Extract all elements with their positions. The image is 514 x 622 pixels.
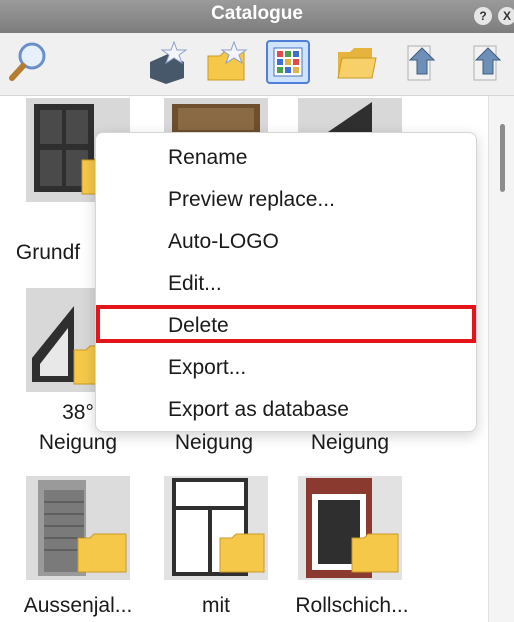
help-button[interactable]: ? <box>474 7 492 25</box>
window-icon <box>172 478 265 576</box>
window-thumbnail <box>298 476 402 580</box>
menu-item-export[interactable]: Export... <box>96 348 476 388</box>
item-label: Neigung <box>38 431 118 454</box>
toolbar <box>0 33 514 96</box>
open-folder-icon <box>337 48 377 79</box>
open-folder-button[interactable] <box>334 40 378 84</box>
new-folder-star-icon <box>207 40 248 81</box>
new-folder-button[interactable] <box>204 40 248 84</box>
search-button[interactable] <box>6 40 50 84</box>
close-button[interactable]: X <box>498 7 514 25</box>
move-up-button[interactable] <box>396 40 440 84</box>
item-label: Grundf <box>15 241 81 264</box>
menu-item-label: Edit... <box>168 272 222 295</box>
item-label: Neigung <box>174 431 254 454</box>
item-label: Neigung <box>310 431 390 454</box>
menu-item-export-as-database[interactable]: Export as database <box>96 390 476 430</box>
item-label: mit <box>202 594 230 617</box>
search-icon <box>9 42 46 81</box>
window-thumbnail <box>164 476 268 580</box>
new-catalogue-star-icon <box>150 40 188 84</box>
menu-item-label: Preview replace... <box>168 188 335 211</box>
menu-item-auto-logo[interactable]: Auto-LOGO <box>96 222 476 262</box>
menu-item-rename[interactable]: Rename <box>96 138 476 178</box>
window-icon <box>306 478 399 578</box>
shutter-thumbnail <box>26 476 130 580</box>
menu-item-label: Export as database <box>168 398 349 421</box>
menu-item-preview-replace[interactable]: Preview replace... <box>96 180 476 220</box>
window-titlebar: Catalogue ? X <box>0 0 514 33</box>
scrollbar-thumb[interactable] <box>500 124 505 192</box>
window-title: Catalogue <box>211 3 303 24</box>
menu-item-label: Delete <box>168 314 229 337</box>
vertical-scrollbar[interactable] <box>488 96 514 622</box>
up-arrow-page-2-icon <box>473 45 502 81</box>
move-up-2-button[interactable] <box>462 40 506 84</box>
grid-view-icon <box>273 47 303 77</box>
menu-item-edit[interactable]: Edit... <box>96 264 476 304</box>
item-label: Aussenjal... <box>23 594 133 617</box>
menu-item-delete[interactable]: Delete <box>96 306 476 346</box>
menu-item-label: Export... <box>168 356 247 379</box>
context-menu: Rename Preview replace... Auto-LOGO Edit… <box>95 132 477 432</box>
shutter-icon <box>38 480 127 576</box>
menu-item-label: Auto-LOGO <box>168 230 279 253</box>
up-arrow-page-icon <box>407 45 436 81</box>
menu-item-label: Rename <box>168 146 248 169</box>
grid-view-button[interactable] <box>266 40 310 84</box>
new-catalogue-button[interactable] <box>144 40 188 84</box>
item-label: Rollschich... <box>295 594 409 617</box>
